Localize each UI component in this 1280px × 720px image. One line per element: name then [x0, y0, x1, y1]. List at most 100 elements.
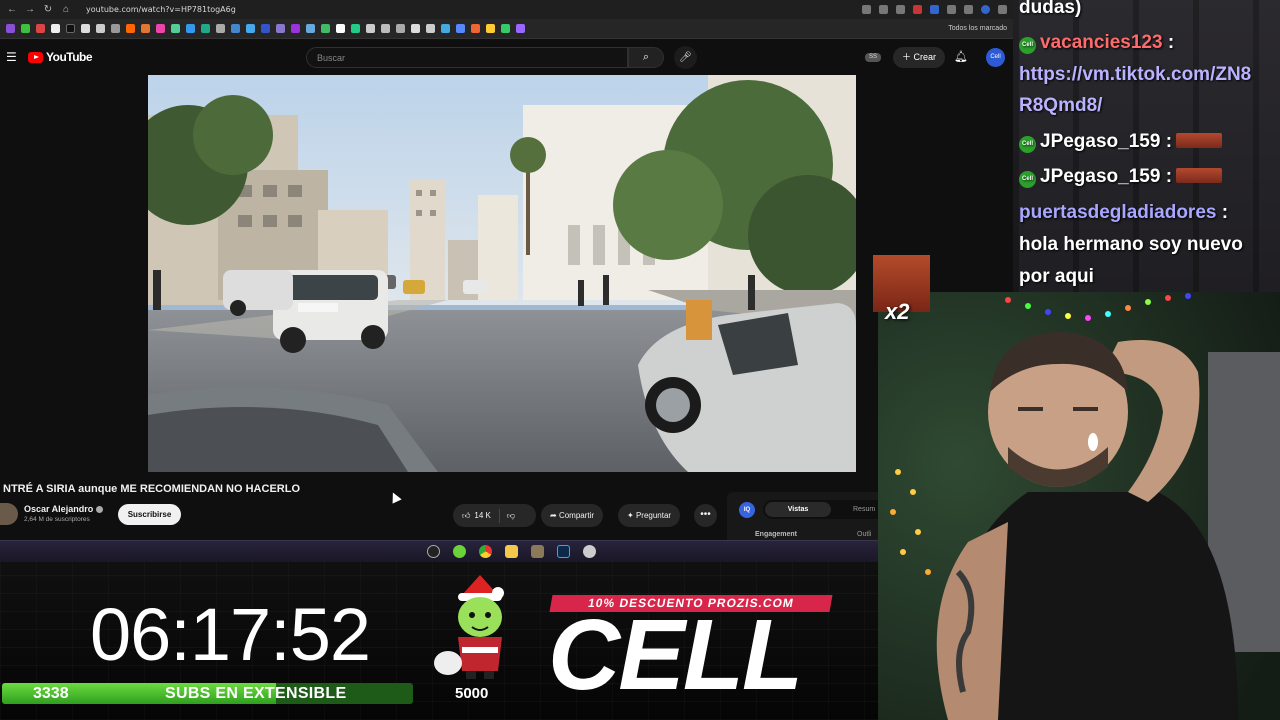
- folder-icon[interactable]: [505, 545, 518, 558]
- tab-views[interactable]: Vistas: [765, 502, 831, 517]
- bookmark-icon[interactable]: [516, 24, 525, 33]
- webcam-feed: [878, 292, 1280, 720]
- iq-badge[interactable]: IQ: [739, 502, 755, 518]
- bookmark-icon[interactable]: [486, 24, 495, 33]
- bookmark-icon[interactable]: [36, 24, 45, 33]
- bookmark-icon[interactable]: [111, 24, 120, 33]
- bookmark-icon[interactable]: [21, 24, 30, 33]
- ask-button[interactable]: ✦ Preguntar: [618, 504, 681, 527]
- bookmark-icon[interactable]: [66, 24, 75, 33]
- video-player[interactable]: [148, 75, 856, 472]
- subs-goal: 5000: [455, 685, 489, 702]
- bell-icon[interactable]: 🔔︎: [954, 50, 968, 63]
- reload-icon[interactable]: ↻: [42, 4, 54, 15]
- extension-icon[interactable]: [930, 5, 939, 14]
- video-title: NTRÉ A SIRIA aunque ME RECOMIENDAN NO HA…: [3, 483, 301, 495]
- bookmark-icon[interactable]: [201, 24, 210, 33]
- home-icon[interactable]: ⌂: [60, 4, 72, 15]
- account-avatar[interactable]: Cell: [986, 48, 1005, 67]
- bookmark-icon[interactable]: [156, 24, 165, 33]
- chat-username[interactable]: puertasdegladiadores: [1019, 202, 1216, 223]
- bookmark-icon[interactable]: [396, 24, 405, 33]
- bookmark-icon[interactable]: [471, 24, 480, 33]
- bookmark-icon[interactable]: [441, 24, 450, 33]
- webcam-streamer-image: [878, 292, 1280, 720]
- subathon-timer: 06:17:52: [90, 593, 371, 676]
- bookmark-icon[interactable]: [96, 24, 105, 33]
- bookmark-icon[interactable]: [81, 24, 90, 33]
- zoom-icon[interactable]: [862, 5, 871, 14]
- search-button[interactable]: ⌕: [628, 47, 664, 68]
- chat-message-link[interactable]: R8Qmd8/: [1019, 91, 1102, 121]
- bookmark-icon[interactable]: [126, 24, 135, 33]
- address-bar[interactable]: ← → ↻ ⌂ youtube.com/watch?v=HP781togA6g: [0, 0, 1013, 19]
- forward-icon[interactable]: →: [24, 4, 36, 15]
- chat-username[interactable]: JPegaso_159: [1040, 131, 1160, 152]
- app-icon[interactable]: [583, 545, 596, 558]
- url-text[interactable]: youtube.com/watch?v=HP781togA6g: [86, 5, 236, 14]
- search-input[interactable]: Buscar: [306, 47, 628, 68]
- bookmark-icon[interactable]: [426, 24, 435, 33]
- chrome-icon[interactable]: [479, 545, 492, 558]
- app-icon[interactable]: [531, 545, 544, 558]
- bookmark-icon[interactable]: [6, 24, 15, 33]
- bookmark-icon[interactable]: [261, 24, 270, 33]
- extension-icon[interactable]: [964, 5, 973, 14]
- chat-username[interactable]: JPegaso_159: [1040, 166, 1160, 187]
- all-bookmarks-folder[interactable]: Todos los marcado: [948, 25, 1007, 32]
- bookmark-icon[interactable]: [51, 24, 60, 33]
- chat-message-link[interactable]: https://vm.tiktok.com/ZN8: [1019, 60, 1251, 90]
- like-button[interactable]: 👍︎ 14 K: [453, 508, 500, 523]
- voice-search-button[interactable]: 🎤︎: [674, 46, 697, 69]
- app-icon[interactable]: [453, 545, 466, 558]
- share-button[interactable]: ➦ Compartir: [541, 504, 604, 527]
- channel-name[interactable]: Oscar Alejandro: [24, 504, 104, 514]
- bookmark-icon[interactable]: [171, 24, 180, 33]
- bookmark-icon[interactable]: [186, 24, 195, 33]
- subscribe-button[interactable]: Suscribirse: [118, 504, 181, 525]
- bookmark-icon[interactable]: [351, 24, 360, 33]
- hamburger-icon[interactable]: ☰: [6, 50, 22, 64]
- youtube-logo[interactable]: YouTube: [28, 50, 93, 64]
- extension-icon[interactable]: [913, 5, 922, 14]
- ss-extension-badge[interactable]: SS: [865, 53, 881, 62]
- bookmark-icon[interactable]: [456, 24, 465, 33]
- bookmark-icon[interactable]: [366, 24, 375, 33]
- analytics-extension-panel: IQ Vistas Resum Engagement Outli: [727, 492, 887, 540]
- chat-message: Cell JPegaso_159 :: [1019, 162, 1223, 192]
- bookmark-icon[interactable]: [246, 24, 255, 33]
- bookmark-icon[interactable]: [276, 24, 285, 33]
- plus-icon: ＋: [902, 52, 914, 62]
- star-icon[interactable]: [896, 5, 905, 14]
- bookmark-icon[interactable]: [231, 24, 240, 33]
- channel-avatar[interactable]: [0, 503, 18, 525]
- analytics-tabs: Vistas Resum: [763, 500, 887, 519]
- more-icon[interactable]: •••: [694, 504, 717, 527]
- share-page-icon[interactable]: [879, 5, 888, 14]
- tab-summary[interactable]: Resum: [853, 502, 875, 517]
- photoshop-icon[interactable]: [557, 545, 570, 558]
- obs-icon[interactable]: [427, 545, 440, 558]
- bookmark-icon[interactable]: [321, 24, 330, 33]
- bookmark-icon[interactable]: [216, 24, 225, 33]
- back-icon[interactable]: ←: [6, 4, 18, 15]
- bookmark-icon[interactable]: [411, 24, 420, 33]
- bookmark-icon[interactable]: [381, 24, 390, 33]
- chat-message-text: dudas): [1019, 0, 1082, 18]
- subscriber-count: 2,64 M de suscriptores: [24, 516, 90, 523]
- chat-message: Cell JPegaso_159 :: [1019, 127, 1223, 157]
- bookmark-icon[interactable]: [291, 24, 300, 33]
- create-label: Crear: [913, 52, 937, 62]
- chat-username[interactable]: vacancies123: [1040, 32, 1163, 53]
- stream-screen: ← → ↻ ⌂ youtube.com/watch?v=HP781togA6g: [0, 0, 1280, 720]
- menu-icon[interactable]: [998, 5, 1007, 14]
- emote-multiplier: x2: [885, 299, 910, 324]
- profile-icon[interactable]: [981, 5, 990, 14]
- bookmark-icon[interactable]: [501, 24, 510, 33]
- extension-icon[interactable]: [947, 5, 956, 14]
- dislike-button[interactable]: 👎︎: [500, 511, 515, 521]
- create-button[interactable]: ＋ Crear: [893, 47, 946, 68]
- bookmark-icon[interactable]: [336, 24, 345, 33]
- bookmark-icon[interactable]: [306, 24, 315, 33]
- bookmark-icon[interactable]: [141, 24, 150, 33]
